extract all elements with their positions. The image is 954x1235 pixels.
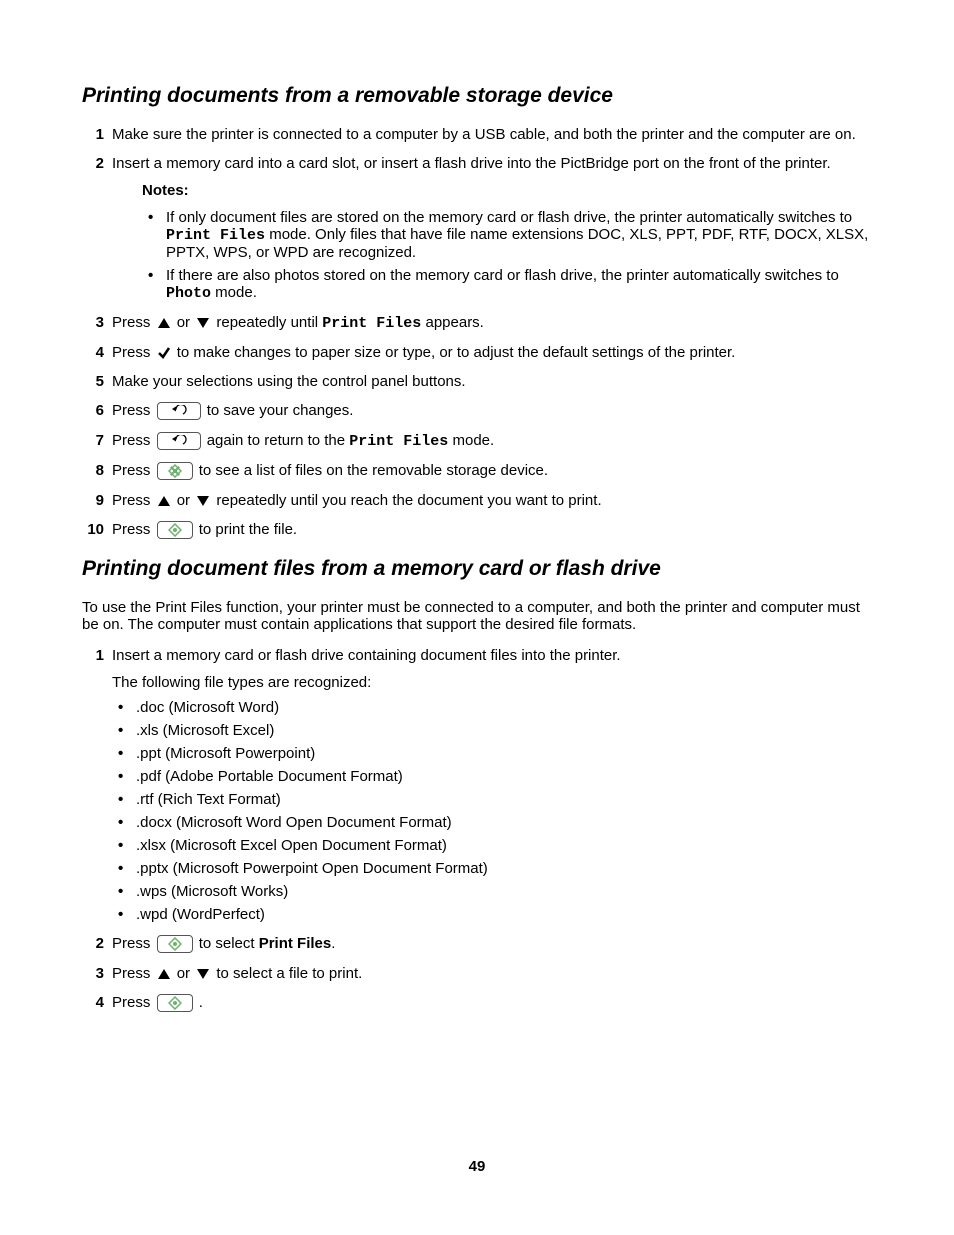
step-1: 1 Insert a memory card or flash drive co… (82, 647, 872, 923)
document-page: Printing documents from a removable stor… (0, 0, 954, 1235)
up-arrow-icon (157, 495, 171, 507)
file-type-item: .wpd (WordPerfect) (112, 906, 872, 923)
step-text: Make sure the printer is connected to a … (112, 126, 856, 143)
page-number: 49 (0, 1158, 954, 1175)
start-button-icon (157, 935, 193, 953)
file-type-item: .doc (Microsoft Word) (112, 699, 872, 716)
step-2: 2 Insert a memory card into a card slot,… (82, 155, 872, 302)
notes-label: Notes: (142, 182, 872, 199)
step-text: Make your selections using the control p… (112, 373, 466, 390)
start-button-icon (157, 521, 193, 539)
file-type-item: .ppt (Microsoft Powerpoint) (112, 745, 872, 762)
step-4: 4 Press to make changes to paper size or… (82, 344, 872, 361)
back-button-icon (157, 402, 201, 420)
note-item: If only document files are stored on the… (142, 209, 872, 261)
step-1: 1 Make sure the printer is connected to … (82, 126, 872, 143)
down-arrow-icon (196, 968, 210, 980)
file-type-item: .pptx (Microsoft Powerpoint Open Documen… (112, 860, 872, 877)
step-5: 5 Make your selections using the control… (82, 373, 872, 390)
step-3: 3 Press or repeatedly until Print Files … (82, 314, 872, 332)
step-6: 6 Press to save your changes. (82, 402, 872, 420)
mode-name: Print Files (166, 227, 265, 244)
down-arrow-icon (196, 317, 210, 329)
start-button-icon (157, 462, 193, 480)
file-type-item: .xlsx (Microsoft Excel Open Document For… (112, 837, 872, 854)
step-10: 10 Press to print the file. (74, 521, 872, 539)
mode-name: Print Files (349, 433, 448, 450)
section2-title: Printing document files from a memory ca… (82, 557, 872, 581)
file-type-item: .wps (Microsoft Works) (112, 883, 872, 900)
step-9: 9 Press or repeatedly until you reach th… (82, 492, 872, 509)
mode-name: Print Files (322, 315, 421, 332)
step-3: 3 Press or to select a file to print. (82, 965, 872, 982)
section1-steps: 1 Make sure the printer is connected to … (82, 126, 872, 539)
file-type-item: .rtf (Rich Text Format) (112, 791, 872, 808)
step-text: Insert a memory card or flash drive cont… (112, 647, 621, 664)
file-types-intro: The following file types are recognized: (112, 674, 872, 691)
mode-name: Photo (166, 285, 211, 302)
check-icon (157, 346, 171, 360)
file-type-item: .xls (Microsoft Excel) (112, 722, 872, 739)
up-arrow-icon (157, 968, 171, 980)
notes-list: If only document files are stored on the… (142, 209, 872, 302)
mode-name-bold: Print Files (259, 935, 332, 952)
section2-steps: 1 Insert a memory card or flash drive co… (82, 647, 872, 1012)
up-arrow-icon (157, 317, 171, 329)
section1-title: Printing documents from a removable stor… (82, 84, 872, 108)
step-8: 8 Press to see a list of files on the re… (82, 462, 872, 480)
section2-intro: To use the Print Files function, your pr… (82, 599, 872, 633)
file-type-item: .docx (Microsoft Word Open Document Form… (112, 814, 872, 831)
step-7: 7 Press again to return to the Print Fil… (82, 432, 872, 450)
down-arrow-icon (196, 495, 210, 507)
step-2: 2 Press to select Print Files. (82, 935, 872, 953)
file-types-list: .doc (Microsoft Word) .xls (Microsoft Ex… (112, 699, 872, 923)
step-4: 4 Press . (82, 994, 872, 1012)
step-text: Insert a memory card into a card slot, o… (112, 155, 831, 172)
back-button-icon (157, 432, 201, 450)
start-button-icon (157, 994, 193, 1012)
file-type-item: .pdf (Adobe Portable Document Format) (112, 768, 872, 785)
note-item: If there are also photos stored on the m… (142, 267, 872, 302)
